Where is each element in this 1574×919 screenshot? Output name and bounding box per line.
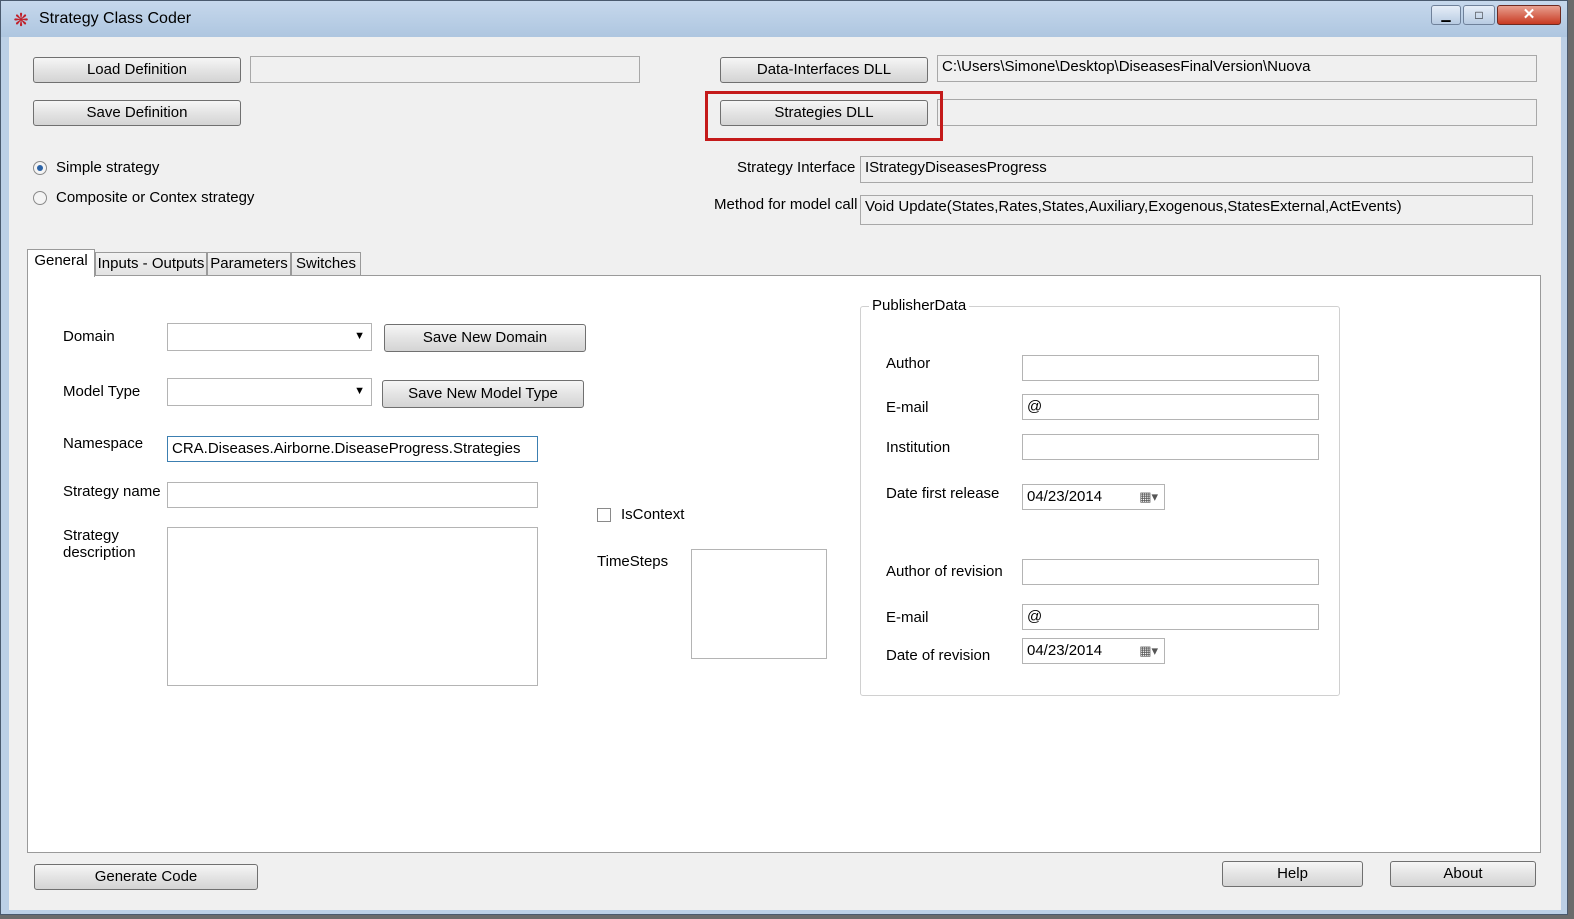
institution-label: Institution — [886, 439, 951, 456]
tab-inputs-outputs[interactable]: Inputs - Outputs — [95, 252, 207, 276]
load-definition-path[interactable] — [250, 56, 640, 83]
strategy-name-input[interactable] — [167, 482, 538, 508]
publisher-data-group: PublisherData Author E-mail @ Institutio… — [860, 297, 1340, 696]
strategy-description-textarea[interactable] — [167, 527, 538, 686]
namespace-input[interactable]: CRA.Diseases.Airborne.DiseaseProgress.St… — [167, 436, 538, 462]
about-button[interactable]: About — [1390, 861, 1536, 887]
save-definition-button[interactable]: Save Definition — [33, 100, 241, 126]
method-label: Method for model call — [714, 196, 858, 213]
calendar-icon[interactable]: ▦▾ — [1139, 489, 1158, 505]
date-of-revision-value: 04/23/2014 — [1027, 642, 1103, 659]
timesteps-label: TimeSteps — [597, 553, 669, 570]
date-first-release-label: Date first release — [886, 485, 1000, 502]
generate-code-button[interactable]: Generate Code — [34, 864, 258, 890]
date-of-revision-picker[interactable]: 04/23/2014 ▦▾ — [1022, 638, 1165, 664]
close-button[interactable]: ✕ — [1497, 5, 1561, 25]
author-input[interactable] — [1022, 355, 1319, 381]
chevron-down-icon[interactable]: ▼ — [354, 330, 365, 342]
window-title: Strategy Class Coder — [39, 10, 192, 27]
iscontext-checkbox[interactable] — [597, 508, 611, 522]
author-label: Author — [886, 355, 931, 372]
strategy-name-label: Strategy name — [63, 483, 161, 500]
save-new-domain-button[interactable]: Save New Domain — [384, 324, 586, 352]
load-definition-button[interactable]: Load Definition — [33, 57, 241, 83]
email-label: E-mail — [886, 399, 929, 416]
simple-strategy-label: Simple strategy — [56, 159, 160, 176]
data-interfaces-path[interactable]: C:\Users\Simone\Desktop\DiseasesFinalVer… — [937, 55, 1537, 82]
tab-switches[interactable]: Switches — [291, 252, 361, 276]
help-button[interactable]: Help — [1222, 861, 1363, 887]
title-bar[interactable]: ❋ Strategy Class Coder ▁ □ ✕ — [1, 1, 1567, 37]
author-of-revision-input[interactable] — [1022, 559, 1319, 585]
method-field[interactable]: Void Update(States,Rates,States,Auxiliar… — [860, 195, 1533, 225]
email-revision-label: E-mail — [886, 609, 929, 626]
maximize-button[interactable]: □ — [1463, 5, 1495, 25]
app-logo-icon: ❋ — [13, 10, 29, 30]
calendar-icon[interactable]: ▦▾ — [1139, 643, 1158, 659]
data-interfaces-dll-button[interactable]: Data-Interfaces DLL — [720, 57, 928, 83]
domain-combo[interactable]: ▼ — [167, 323, 372, 351]
strategy-interface-label: Strategy Interface — [737, 159, 856, 176]
model-type-label: Model Type — [63, 383, 141, 400]
domain-label: Domain — [63, 328, 115, 345]
tab-general[interactable]: General — [27, 249, 95, 277]
date-first-release-value: 04/23/2014 — [1027, 488, 1103, 505]
date-first-release-picker[interactable]: 04/23/2014 ▦▾ — [1022, 484, 1165, 510]
tab-parameters[interactable]: Parameters — [207, 252, 291, 276]
strategy-description-label-2: description — [63, 544, 136, 561]
app-window: ❋ Strategy Class Coder ▁ □ ✕ Load Defini… — [0, 0, 1568, 915]
institution-input[interactable] — [1022, 434, 1319, 460]
general-tab-panel: Domain ▼ Save New Domain Model Type ▼ Sa… — [27, 275, 1541, 853]
model-type-combo[interactable]: ▼ — [167, 378, 372, 406]
strategy-description-label-1: Strategy — [63, 527, 119, 544]
iscontext-label: IsContext — [621, 506, 685, 523]
timesteps-list[interactable] — [691, 549, 827, 659]
composite-strategy-label: Composite or Contex strategy — [56, 189, 255, 206]
email-input[interactable]: @ — [1022, 394, 1319, 420]
author-of-revision-label: Author of revision — [886, 563, 1003, 580]
composite-strategy-radio[interactable] — [33, 191, 47, 205]
chevron-down-icon[interactable]: ▼ — [354, 385, 365, 397]
client-area: Load Definition Save Definition Data-Int… — [9, 37, 1561, 910]
strategies-dll-button[interactable]: Strategies DLL — [720, 100, 928, 126]
namespace-label: Namespace — [63, 435, 144, 452]
email-revision-input[interactable]: @ — [1022, 604, 1319, 630]
minimize-button[interactable]: ▁ — [1431, 5, 1461, 25]
date-of-revision-label: Date of revision — [886, 647, 991, 664]
simple-strategy-radio[interactable] — [33, 161, 47, 175]
save-new-model-type-button[interactable]: Save New Model Type — [382, 380, 584, 408]
strategies-dll-path[interactable] — [937, 99, 1537, 126]
strategy-interface-field[interactable]: IStrategyDiseasesProgress — [860, 156, 1533, 183]
publisher-data-title: PublisherData — [869, 297, 970, 314]
